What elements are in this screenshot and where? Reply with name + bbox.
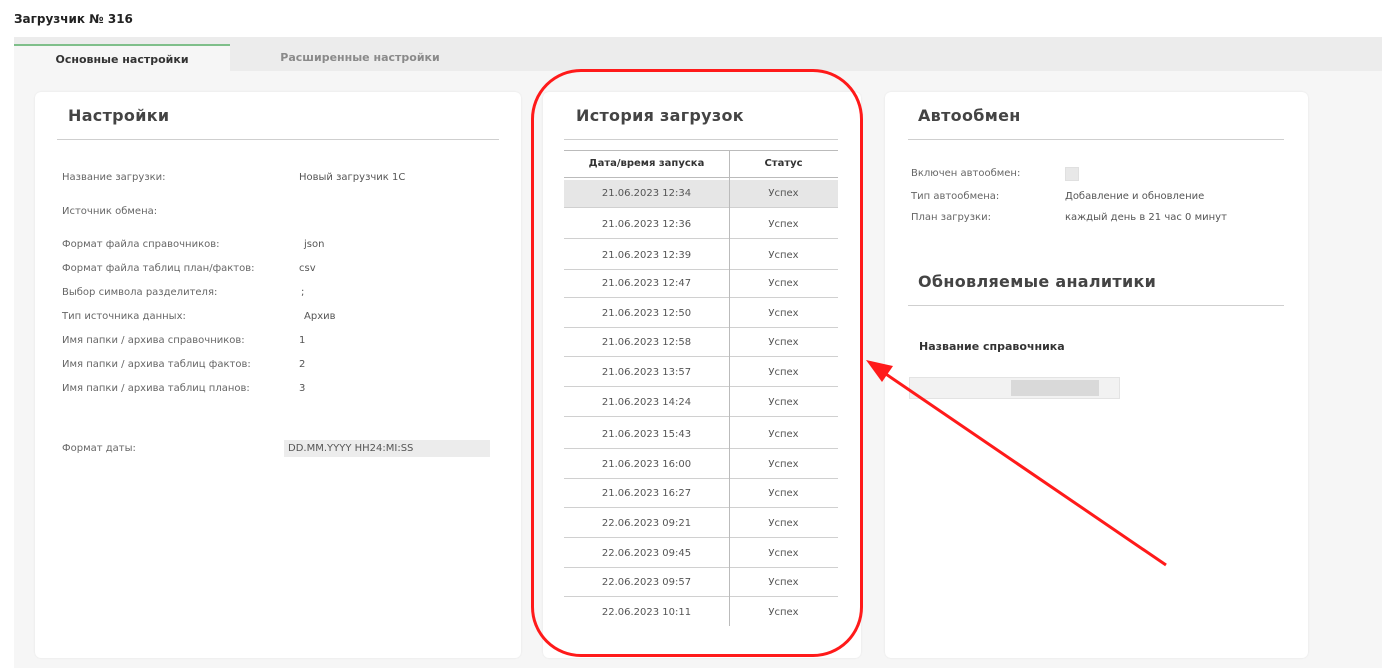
- settings-divider: [57, 139, 499, 140]
- history-status: Успех: [768, 488, 799, 499]
- history-title: История загрузок: [576, 106, 744, 125]
- settings-value-separator: ;: [301, 287, 305, 298]
- settings-label-source-type: Тип источника данных:: [62, 311, 186, 322]
- history-status: Успех: [768, 548, 799, 559]
- history-row[interactable]: 21.06.2023 16:00 Успех: [564, 451, 838, 479]
- history-date: 21.06.2023 12:34: [601, 188, 692, 199]
- autoexchange-plan-value: каждый день в 21 час 0 минут: [1065, 212, 1227, 223]
- tab-main-settings[interactable]: Основные настройки: [14, 44, 230, 71]
- history-row[interactable]: 21.06.2023 15:43 Успех: [564, 421, 838, 449]
- history-status: Успех: [768, 429, 799, 440]
- scrollbar-thumb[interactable]: [1011, 380, 1099, 396]
- history-row[interactable]: 21.06.2023 12:58 Успех: [564, 329, 838, 357]
- history-row[interactable]: 22.06.2023 09:57 Успех: [564, 569, 838, 597]
- tab-bar: Основные настройки Расширенные настройки: [14, 37, 1382, 71]
- settings-value-table-format: csv: [299, 263, 316, 274]
- settings-label-date-format: Формат даты:: [62, 443, 136, 454]
- settings-label-name: Название загрузки:: [62, 172, 166, 183]
- history-date: 21.06.2023 13:57: [601, 367, 692, 378]
- autoexchange-enabled-checkbox[interactable]: [1065, 167, 1079, 181]
- history-status: Успех: [768, 250, 799, 261]
- date-format-field[interactable]: DD.MM.YYYY HH24:MI:SS: [284, 440, 490, 457]
- history-row[interactable]: 21.06.2023 14:24 Успех: [564, 389, 838, 417]
- history-column-divider: [729, 150, 730, 626]
- autoexchange-divider: [908, 139, 1284, 140]
- history-date: 21.06.2023 12:39: [601, 250, 692, 261]
- history-status: Успех: [768, 577, 799, 588]
- window-title: Загрузчик № 316: [14, 12, 133, 26]
- history-date: 21.06.2023 12:50: [601, 308, 692, 319]
- settings-value-source-type: Архив: [304, 311, 336, 322]
- settings-value-name: Новый загрузчик 1С: [299, 172, 406, 183]
- history-row[interactable]: 21.06.2023 13:57 Успех: [564, 359, 838, 387]
- autoexchange-type-label: Тип автообмена:: [911, 191, 1000, 202]
- history-date: 21.06.2023 12:47: [601, 278, 692, 289]
- history-date: 21.06.2023 16:00: [601, 459, 692, 470]
- history-status: Успех: [768, 308, 799, 319]
- history-date: 21.06.2023 16:27: [601, 488, 692, 499]
- history-row[interactable]: 21.06.2023 12:47 Успех: [564, 270, 838, 298]
- history-row[interactable]: 21.06.2023 12:50 Успех: [564, 300, 838, 328]
- history-status: Успех: [768, 607, 799, 618]
- settings-label-table-format: Формат файла таблиц план/фактов:: [62, 263, 255, 274]
- history-date: 22.06.2023 09:21: [601, 518, 692, 529]
- history-divider: [564, 139, 838, 140]
- settings-value-facts-folder: 2: [299, 359, 306, 370]
- settings-value-dict-folder: 1: [299, 335, 306, 346]
- settings-label-plans-folder: Имя папки / архива таблиц планов:: [62, 383, 250, 394]
- history-status: Успех: [768, 219, 799, 230]
- history-status: Успех: [768, 397, 799, 408]
- analytics-divider: [908, 305, 1284, 306]
- history-date: 21.06.2023 15:43: [601, 429, 692, 440]
- history-date: 22.06.2023 09:45: [601, 548, 692, 559]
- history-date: 22.06.2023 10:11: [601, 607, 692, 618]
- history-row[interactable]: 22.06.2023 09:21 Успех: [564, 510, 838, 538]
- history-row[interactable]: 22.06.2023 10:11 Успех: [564, 599, 838, 626]
- autoexchange-title: Автообмен: [918, 106, 1021, 125]
- history-row[interactable]: 21.06.2023 12:36 Успех: [564, 211, 838, 239]
- column-header-date[interactable]: Дата/время запуска: [564, 151, 729, 177]
- history-date: 21.06.2023 12:58: [601, 337, 692, 348]
- history-row[interactable]: 22.06.2023 09:45 Успех: [564, 540, 838, 568]
- history-date: 22.06.2023 09:57: [601, 577, 692, 588]
- analytics-title: Обновляемые аналитики: [918, 272, 1157, 291]
- history-status: Успех: [768, 459, 799, 470]
- settings-label-dict-folder: Имя папки / архива справочников:: [62, 335, 245, 346]
- history-row[interactable]: 21.06.2023 16:27 Успех: [564, 480, 838, 508]
- analytics-column-header: Название справочника: [919, 340, 1065, 353]
- history-row[interactable]: 21.06.2023 12:39 Успех: [564, 242, 838, 270]
- settings-label-facts-folder: Имя папки / архива таблиц фактов:: [62, 359, 251, 370]
- history-status: Успех: [768, 188, 799, 199]
- autoexchange-enabled-label: Включен автообмен:: [911, 168, 1021, 179]
- tab-advanced-settings[interactable]: Расширенные настройки: [230, 44, 490, 71]
- settings-title: Настройки: [68, 106, 170, 125]
- settings-label-separator: Выбор символа разделителя:: [62, 287, 218, 298]
- analytics-scrollbar[interactable]: [909, 377, 1120, 399]
- autoexchange-type-value: Добавление и обновление: [1065, 191, 1205, 202]
- settings-label-dict-format: Формат файла справочников:: [62, 239, 220, 250]
- settings-value-plans-folder: 3: [299, 383, 306, 394]
- column-header-status[interactable]: Статус: [729, 151, 838, 177]
- history-status: Успех: [768, 518, 799, 529]
- history-status: Успех: [768, 367, 799, 378]
- autoexchange-plan-label: План загрузки:: [911, 212, 991, 223]
- settings-value-dict-format: json: [304, 239, 325, 250]
- history-table-header: Дата/время запуска Статус: [564, 150, 838, 178]
- history-date: 21.06.2023 14:24: [601, 397, 692, 408]
- settings-label-source: Источник обмена:: [62, 206, 158, 217]
- history-status: Успех: [768, 278, 799, 289]
- history-status: Успех: [768, 337, 799, 348]
- history-date: 21.06.2023 12:36: [601, 219, 692, 230]
- history-row[interactable]: 21.06.2023 12:34 Успех: [564, 180, 838, 208]
